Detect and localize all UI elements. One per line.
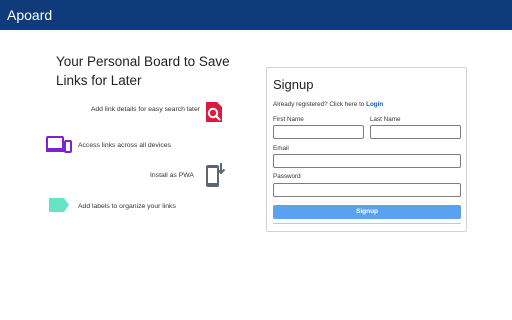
feature-search-text: Add link details for easy search later	[90, 106, 200, 113]
card-divider	[273, 223, 461, 224]
last-name-label: Last Name	[370, 116, 401, 123]
password-input[interactable]	[273, 183, 461, 197]
install-phone-icon	[206, 163, 226, 187]
feature-devices-text: Access links across all devices	[78, 142, 171, 149]
password-label: Password	[273, 173, 301, 180]
signup-button[interactable]: Signup	[273, 205, 461, 219]
email-input[interactable]	[273, 154, 461, 168]
hero-headline: Your Personal Board to Save Links for La…	[56, 54, 230, 88]
label-tag-icon	[49, 198, 69, 212]
top-navbar: Apoard	[0, 0, 512, 30]
first-name-input[interactable]	[273, 125, 364, 139]
login-link[interactable]: Login	[366, 101, 383, 108]
signup-title: Signup	[273, 77, 314, 92]
last-name-input[interactable]	[370, 125, 461, 139]
feature-pwa-text: Install as PWA	[150, 172, 194, 179]
already-registered-line: Already registered? Click here to Login	[273, 100, 383, 109]
devices-icon	[46, 136, 72, 153]
first-name-label: First Name	[273, 116, 304, 123]
signup-card: Signup Already registered? Click here to…	[266, 67, 467, 232]
already-registered-text: Already registered? Click here to	[273, 101, 365, 108]
email-label: Email	[273, 145, 289, 152]
brand-logo-text[interactable]: Apoard	[7, 6, 52, 24]
search-document-icon	[206, 102, 222, 122]
feature-labels-text: Add labels to organize your links	[78, 203, 176, 210]
